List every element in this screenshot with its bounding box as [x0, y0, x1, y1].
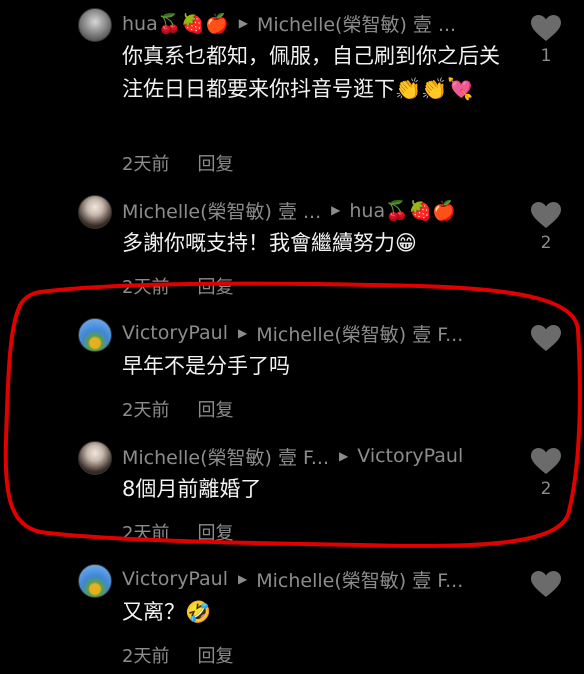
avatar[interactable] [78, 195, 112, 229]
comment-meta: 2天前 回复 [122, 273, 233, 299]
avatar[interactable] [78, 8, 112, 42]
comment-time: 2天前 [122, 400, 170, 421]
reply-button[interactable]: 回复 [197, 519, 233, 545]
comment-author[interactable]: Michelle(榮智敏) 壹 ... [122, 197, 321, 224]
comment-meta: 2天前 回复 [122, 150, 233, 176]
comment-author[interactable]: VictoryPaul [122, 568, 228, 590]
comment-text: 多謝你嘅支持！我會繼續努力😁 [122, 231, 417, 255]
reply-arrow-icon: ▶ [238, 572, 248, 586]
like-button[interactable]: 2 [528, 447, 564, 499]
comment-header: Michelle(榮智敏) 壹 F... ▶ VictoryPaul [122, 443, 463, 470]
comment-header: Michelle(榮智敏) 壹 ... ▶ hua🍒🍓🍎 [122, 197, 456, 224]
reply-to-author[interactable]: Michelle(榮智敏) 壹 F... [256, 320, 463, 347]
reply-button[interactable]: 回复 [197, 150, 233, 176]
reply-arrow-icon: ▶ [238, 16, 248, 30]
reply-arrow-icon: ▶ [331, 203, 341, 217]
comment-text: 你真系乜都知，佩服，自己刷到你之后关注佐日日都要来你抖音号逛下👏👏💘 [122, 44, 500, 101]
comment-author[interactable]: hua🍒🍓🍎 [122, 12, 229, 35]
reply-button[interactable]: 回复 [197, 396, 233, 422]
heart-icon [531, 325, 561, 351]
avatar[interactable] [78, 318, 112, 352]
like-button[interactable]: 2 [528, 201, 564, 253]
avatar[interactable] [78, 564, 112, 598]
comment-time: 2天前 [122, 277, 170, 298]
comment-meta: 2天前 回复 [122, 396, 233, 422]
reply-arrow-icon: ▶ [339, 449, 349, 463]
heart-icon [531, 571, 561, 597]
comment-meta: 2天前 回复 [122, 642, 233, 668]
heart-icon [531, 202, 561, 228]
heart-icon [531, 15, 561, 41]
reply-to-author[interactable]: Michelle(榮智敏) 壹 F... [256, 566, 463, 593]
like-count: 1 [540, 46, 552, 66]
comment-header: VictoryPaul ▶ Michelle(榮智敏) 壹 F... [122, 566, 463, 593]
reply-button[interactable]: 回复 [197, 273, 233, 299]
comment-meta: 2天前 回复 [122, 519, 233, 545]
reply-button[interactable]: 回复 [197, 642, 233, 668]
comment-text: 又离？🤣 [122, 600, 212, 624]
comment-time: 2天前 [122, 646, 170, 667]
like-button[interactable] [528, 570, 564, 602]
comment-author[interactable]: VictoryPaul [122, 322, 228, 344]
like-button[interactable]: 1 [528, 14, 564, 66]
comment-author[interactable]: Michelle(榮智敏) 壹 F... [122, 443, 329, 470]
reply-arrow-icon: ▶ [238, 326, 248, 340]
like-button[interactable] [528, 324, 564, 356]
heart-icon [531, 448, 561, 474]
comment-text: 8個月前離婚了 [122, 477, 262, 501]
comment-time: 2天前 [122, 523, 170, 544]
comment-text: 早年不是分手了吗 [122, 354, 290, 378]
reply-to-author[interactable]: VictoryPaul [357, 445, 463, 467]
comment-header: hua🍒🍓🍎 ▶ Michelle(榮智敏) 壹 ... [122, 10, 456, 37]
comment-time: 2天前 [122, 154, 170, 175]
like-count: 2 [540, 233, 552, 253]
avatar[interactable] [78, 441, 112, 475]
comment-header: VictoryPaul ▶ Michelle(榮智敏) 壹 F... [122, 320, 463, 347]
reply-to-author[interactable]: hua🍒🍓🍎 [349, 199, 456, 222]
reply-to-author[interactable]: Michelle(榮智敏) 壹 ... [257, 10, 456, 37]
like-count: 2 [540, 479, 552, 499]
